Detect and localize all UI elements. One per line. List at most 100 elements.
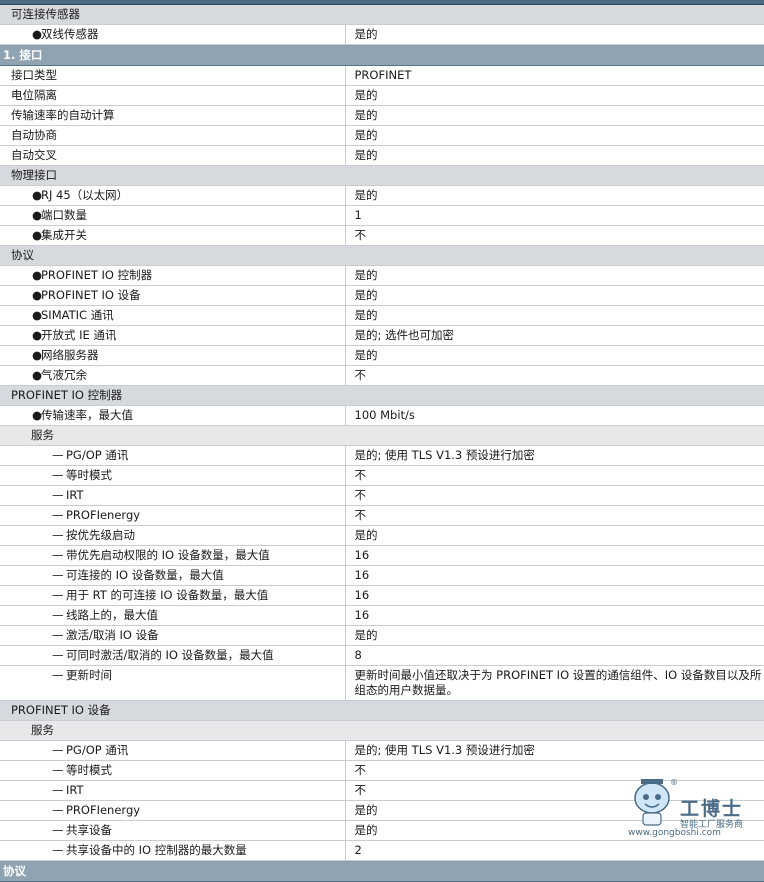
spec-label-cell: — 共享设备中的 IO 控制器的最大数量 — [0, 840, 346, 861]
bullet-icon: ● — [32, 308, 43, 322]
spec-label: 可同时激活/取消的 IO 设备数量，最大值 — [66, 648, 274, 662]
spec-value: 是的; 使用 TLS V1.3 预设进行加密 — [345, 445, 764, 466]
spec-value: 是的 — [345, 305, 764, 326]
dash-icon: — — [52, 743, 64, 757]
spec-value: 是的; 使用 TLS V1.3 预设进行加密 — [345, 740, 764, 761]
spec-label-cell: ●双线传感器 — [0, 24, 346, 45]
watermark-url: www.gongboshi.com — [628, 828, 721, 838]
spec-value: 是的 — [345, 345, 764, 366]
spec-label: SIMATIC 通讯 — [41, 308, 114, 322]
spec-label: 气液冗余 — [41, 368, 87, 382]
spec-label: 网络服务器 — [41, 348, 99, 362]
spec-label-cell: 传输速率的自动计算 — [0, 105, 346, 126]
spec-row: — PG/OP 通讯 是的; 使用 TLS V1.3 预设进行加密 — [0, 445, 764, 466]
group-header: 可连接传感器 — [0, 5, 764, 25]
section-header: 1. 接口 — [0, 44, 764, 66]
subgroup-title: 服务 — [0, 720, 764, 741]
spec-label: PROFINET IO 控制器 — [41, 268, 153, 282]
group-title: PROFINET IO 控制器 — [0, 385, 764, 406]
group-title: PROFINET IO 设备 — [0, 700, 764, 721]
spec-label-cell: — 可同时激活/取消的 IO 设备数量，最大值 — [0, 645, 346, 666]
spec-label-cell: ●传输速率，最大值 — [0, 405, 346, 426]
spec-label-cell: — 带优先启动权限的 IO 设备数量，最大值 — [0, 545, 346, 566]
spec-value: 1 — [345, 205, 764, 226]
spec-label-cell: — PROFIenergy — [0, 800, 346, 821]
spec-label: PROFIenergy — [66, 803, 141, 817]
spec-label: 端口数量 — [41, 208, 87, 222]
spec-value: 不 — [345, 505, 764, 526]
spec-label: 传输速率的自动计算 — [11, 108, 115, 122]
spec-label: 开放式 IE 通讯 — [41, 328, 117, 342]
spec-label: 用于 RT 的可连接 IO 设备数量，最大值 — [66, 588, 269, 602]
dash-icon: — — [52, 508, 64, 522]
spec-label: IRT — [66, 488, 84, 502]
spec-value: 8 — [345, 645, 764, 666]
bullet-icon: ● — [32, 368, 43, 382]
spec-label-cell: ●气液冗余 — [0, 365, 346, 386]
dash-icon: — — [52, 588, 64, 602]
dash-icon: — — [52, 568, 64, 582]
spec-row: — 更新时间 更新时间最小值还取决于为 PROFINET IO 设置的通信组件、IO… — [0, 665, 764, 701]
spec-label-cell: — 更新时间 — [0, 665, 346, 701]
spec-label: 接口类型 — [11, 68, 57, 82]
subgroup-header: 服务 — [0, 720, 764, 741]
subgroup-header: 服务 — [0, 425, 764, 446]
dash-icon: — — [52, 783, 64, 797]
bullet-icon: ● — [32, 408, 43, 422]
spec-label: 双线传感器 — [41, 27, 99, 41]
spec-value: 不 — [345, 465, 764, 486]
spec-label: 电位隔离 — [11, 88, 57, 102]
spec-value: 2 — [345, 840, 764, 861]
group-title: 协议 — [0, 245, 764, 266]
spec-row: — 带优先启动权限的 IO 设备数量，最大值 16 — [0, 545, 764, 566]
spec-row: ●PROFINET IO 设备 是的 — [0, 285, 764, 306]
bullet-icon: ● — [32, 328, 43, 342]
spec-label: 带优先启动权限的 IO 设备数量，最大值 — [66, 548, 270, 562]
spec-label: 等时模式 — [66, 763, 112, 777]
spec-label-cell: 接口类型 — [0, 65, 346, 86]
dash-icon: — — [52, 843, 64, 857]
spec-row: ●集成开关不 — [0, 225, 764, 246]
spec-label-cell: ●RJ 45（以太网） — [0, 185, 346, 206]
bullet-icon: ● — [32, 288, 43, 302]
spec-label: PG/OP 通讯 — [66, 743, 129, 757]
spec-label: 共享设备中的 IO 控制器的最大数量 — [66, 843, 247, 857]
spec-label-cell: — 激活/取消 IO 设备 — [0, 625, 346, 646]
bullet-icon: ● — [32, 268, 43, 282]
group-header: 协议 — [0, 245, 764, 266]
spec-label: 自动协商 — [11, 128, 57, 142]
dash-icon: — — [52, 608, 64, 622]
spec-row: ●网络服务器 是的 — [0, 345, 764, 366]
spec-row: ●传输速率，最大值 100 Mbit/s — [0, 405, 764, 426]
dash-icon: — — [52, 448, 64, 462]
spec-row: — 激活/取消 IO 设备 是的 — [0, 625, 764, 646]
spec-value: 是的 — [345, 105, 764, 126]
spec-label: 自动交叉 — [11, 148, 57, 162]
spec-row: 自动协商 是的 — [0, 125, 764, 146]
spec-label: 可连接的 IO 设备数量，最大值 — [66, 568, 224, 582]
spec-label-cell: — PROFIenergy — [0, 505, 346, 526]
spec-label: PG/OP 通讯 — [66, 448, 129, 462]
spec-row: ●双线传感器 是的 — [0, 24, 764, 45]
spec-row: 传输速率的自动计算 是的 — [0, 105, 764, 126]
spec-row: — 等时模式不 — [0, 465, 764, 486]
spec-label: PROFINET IO 设备 — [41, 288, 141, 302]
bullet-icon: ● — [32, 188, 43, 202]
spec-label-cell: — 等时模式 — [0, 760, 346, 781]
section-title: 1. 接口 — [0, 44, 764, 66]
group-header: PROFINET IO 设备 — [0, 700, 764, 721]
bullet-icon: ● — [32, 348, 43, 362]
dash-icon: — — [52, 648, 64, 662]
dash-icon: — — [52, 763, 64, 777]
bullet-icon: ● — [32, 208, 43, 222]
spec-row: ●端口数量 1 — [0, 205, 764, 226]
section-header: 协议 — [0, 860, 764, 882]
spec-value: 不 — [345, 485, 764, 506]
spec-label: RJ 45（以太网） — [41, 188, 129, 202]
spec-label-cell: 自动交叉 — [0, 145, 346, 166]
spec-label-cell: — IRT — [0, 485, 346, 506]
spec-value: 更新时间最小值还取决于为 PROFINET IO 设置的通信组件、IO 设备数目… — [345, 665, 764, 701]
spec-label-cell: 自动协商 — [0, 125, 346, 146]
spec-label-cell: 电位隔离 — [0, 85, 346, 106]
dash-icon: — — [52, 488, 64, 502]
